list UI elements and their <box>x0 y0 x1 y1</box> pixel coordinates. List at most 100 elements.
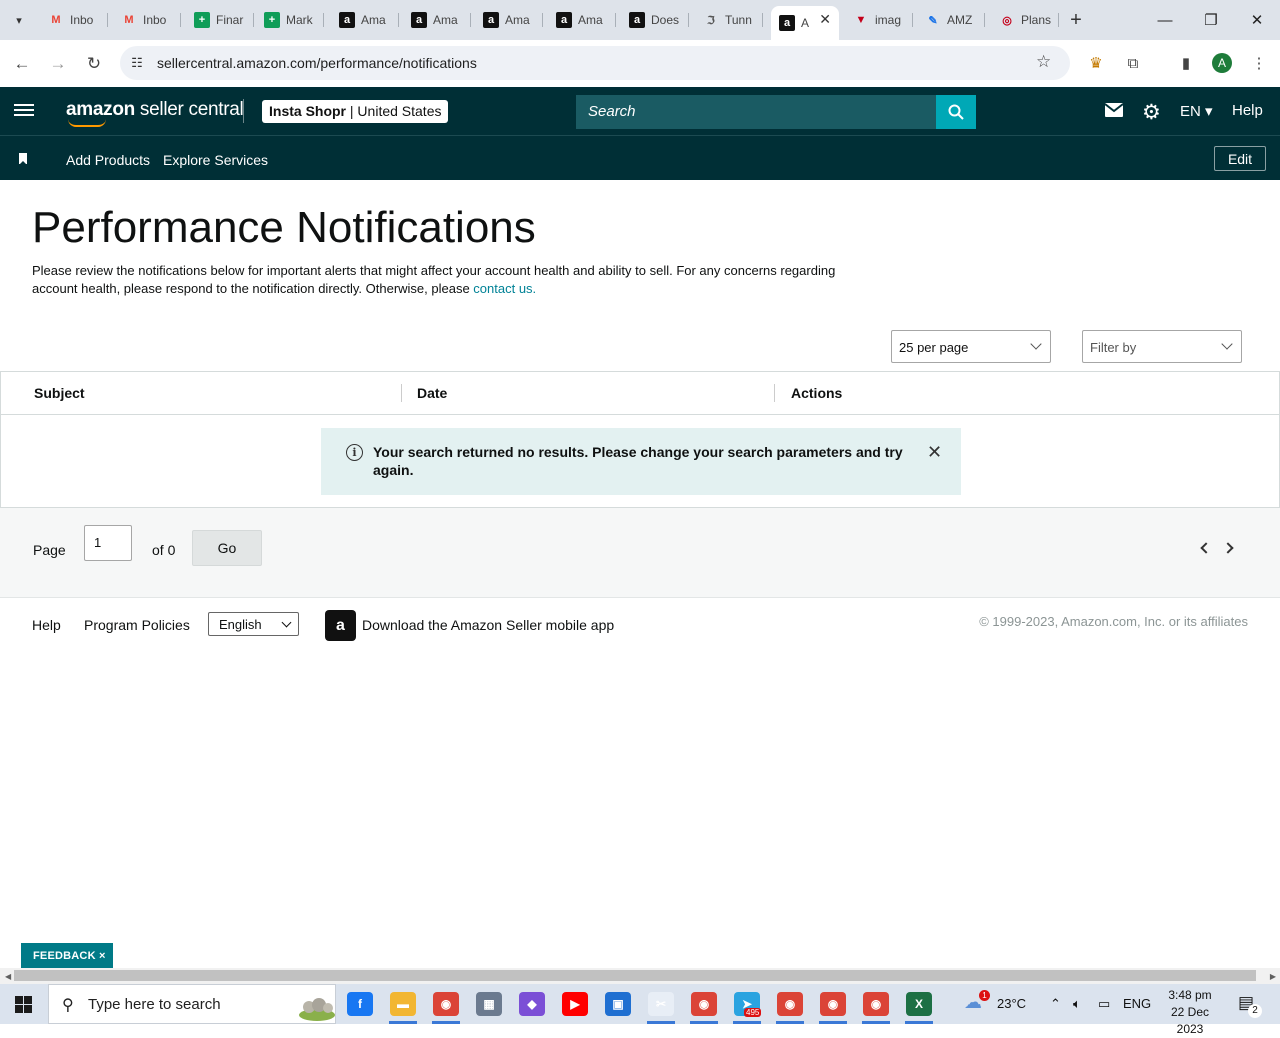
site-info-icon[interactable]: ☷ <box>128 54 146 72</box>
chevron-down-icon <box>281 617 292 628</box>
chrome-profile-c-icon[interactable]: ◉ <box>863 992 889 1016</box>
language-selector[interactable]: EN ▾ <box>1180 102 1213 120</box>
browser-tab[interactable]: + Finar <box>186 6 254 34</box>
weather-temperature[interactable]: 23°C <box>997 996 1026 1011</box>
amazon-icon: a <box>629 12 645 28</box>
browser-tab[interactable]: a Ama <box>548 6 616 34</box>
page-label: Page <box>33 542 66 558</box>
feedback-button[interactable]: FEEDBACK × <box>21 943 113 968</box>
profile-avatar[interactable]: A <box>1212 53 1232 73</box>
browser-tab[interactable]: + Mark <box>256 6 324 34</box>
tab-separator <box>1058 13 1059 27</box>
gear-icon[interactable]: ⚙ <box>1142 100 1161 125</box>
image-site-icon: ▼ <box>855 14 867 26</box>
horizontal-scrollbar[interactable]: ◀ ▶ <box>0 968 1280 984</box>
facebook-icon[interactable]: f <box>347 992 373 1016</box>
url-text[interactable]: sellercentral.amazon.com/performance/not… <box>157 55 477 71</box>
youtube-icon[interactable]: ▶ <box>562 992 588 1016</box>
sheets-icon: + <box>194 12 210 28</box>
forward-icon[interactable]: → <box>46 52 70 76</box>
scroll-left-icon[interactable]: ◀ <box>5 972 11 981</box>
contact-us-link[interactable]: contact us. <box>473 281 536 296</box>
browser-tab[interactable]: a Ama <box>331 6 399 34</box>
plans-site-icon: ◎ <box>1002 14 1012 27</box>
chrome-profile-a2-icon[interactable]: ◉ <box>820 992 846 1016</box>
chrome-icon[interactable]: ◉ <box>433 992 459 1016</box>
network-icon[interactable]: ▭ <box>1098 996 1110 1012</box>
chrome-profile-a-icon[interactable]: ◉ <box>777 992 803 1016</box>
windows-start-icon[interactable] <box>15 996 32 1013</box>
tab-label: Ama <box>505 13 530 27</box>
footer-language-select[interactable]: English <box>208 612 299 636</box>
previous-page-icon[interactable] <box>1200 542 1212 554</box>
close-tab-icon[interactable]: ✕ <box>819 11 831 28</box>
column-header-date[interactable]: Date <box>417 385 447 401</box>
browser-tab[interactable]: ▼ imag <box>845 6 913 34</box>
speaker-icon[interactable]: 🔈︎ <box>1073 996 1081 1012</box>
reload-icon[interactable]: ↻ <box>82 52 106 76</box>
tab-label: Ama <box>361 13 386 27</box>
taskbar-clock[interactable]: 3:48 pm 22 Dec 2023 <box>1158 987 1222 1038</box>
page-number-input[interactable]: 1 <box>84 525 132 561</box>
tab-search-button[interactable]: ▾ <box>6 8 32 32</box>
explore-services-link[interactable]: Explore Services <box>163 152 268 168</box>
calculator-icon[interactable]: ▦ <box>476 992 502 1016</box>
close-icon[interactable]: ✕ <box>927 442 942 463</box>
browser-tab-strip: ▾ M Inbo M Inbo + Finar + Mark a Ama a Ama a Ama a Ama a… <box>0 0 1280 40</box>
seller-central-logo[interactable]: amazon seller central <box>66 99 244 121</box>
per-page-select[interactable]: 25 per page <box>891 330 1051 363</box>
footer-help-link[interactable]: Help <box>32 617 61 633</box>
browser-tab[interactable]: ✎ AMZ <box>917 6 985 34</box>
browser-menu-icon[interactable]: ⋮ <box>1248 52 1270 74</box>
menu-icon[interactable] <box>14 101 34 121</box>
program-policies-link[interactable]: Program Policies <box>84 617 190 633</box>
tab-separator <box>107 13 108 27</box>
scroll-right-icon[interactable]: ▶ <box>1270 972 1276 981</box>
go-button[interactable]: Go <box>192 530 262 566</box>
excel-icon[interactable]: X <box>906 992 932 1016</box>
column-header-actions: Actions <box>791 385 843 401</box>
notification-count: 2 <box>1248 1004 1262 1018</box>
close-window-icon[interactable]: ✕ <box>1242 8 1272 32</box>
store-switcher[interactable]: Insta Shopr | United States <box>262 100 449 123</box>
help-link[interactable]: Help <box>1232 102 1263 119</box>
browser-tab[interactable]: ℑ Tunn <box>695 6 763 34</box>
copilot-icon[interactable]: ◆ <box>519 992 545 1016</box>
extensions-puzzle-icon[interactable]: ⧉ <box>1122 52 1144 74</box>
download-app-link[interactable]: Download the Amazon Seller mobile app <box>362 617 614 633</box>
windows-taskbar: ⚲ Type here to search f ▬ ◉ ▦ ◆ ▶ ▣ ✂ ◉ ➤ ◉ ◉ ◉ X 495 … <box>0 984 1280 1036</box>
next-page-icon[interactable] <box>1222 542 1234 554</box>
mail-icon[interactable] <box>1104 102 1124 123</box>
chevron-up-icon[interactable]: ⌃ <box>1050 996 1061 1012</box>
browser-tab[interactable]: a Ama <box>475 6 543 34</box>
browser-tab[interactable]: a Does <box>621 6 689 34</box>
new-tab-button[interactable]: + <box>1064 8 1088 32</box>
bookmark-star-icon[interactable]: ☆ <box>1036 52 1051 72</box>
column-header-subject[interactable]: Subject <box>34 385 85 401</box>
snipping-tool-icon[interactable]: ✂ <box>648 992 674 1016</box>
store-icon[interactable]: ▣ <box>605 992 631 1016</box>
restore-icon[interactable]: ❐ <box>1196 8 1226 32</box>
edit-button[interactable]: Edit <box>1214 146 1266 171</box>
browser-tab[interactable]: M Inbo <box>113 6 181 34</box>
back-icon[interactable]: ← <box>10 52 34 76</box>
amazon-app-icon[interactable]: a <box>325 610 356 641</box>
search-button[interactable] <box>936 95 976 129</box>
bookmark-icon[interactable] <box>19 153 27 165</box>
tab-label: Mark <box>286 13 313 27</box>
minimize-icon[interactable]: — <box>1150 8 1180 32</box>
extension-icon[interactable]: ♛ <box>1085 52 1107 74</box>
browser-tab[interactable]: a A ✕ <box>771 6 839 40</box>
side-panel-icon[interactable]: ▮ <box>1175 52 1197 74</box>
file-explorer-icon[interactable]: ▬ <box>390 992 416 1016</box>
filter-select[interactable]: Filter by <box>1082 330 1242 363</box>
add-products-link[interactable]: Add Products <box>66 152 150 168</box>
browser-tab[interactable]: M Inbo <box>40 6 108 34</box>
browser-tab[interactable]: a Ama <box>403 6 471 34</box>
chrome-profile-icon[interactable]: ◉ <box>691 992 717 1016</box>
scrollbar-thumb[interactable] <box>14 970 1256 981</box>
amazon-smile-icon <box>68 119 106 127</box>
intro-text: Please review the notifications below fo… <box>32 263 836 296</box>
input-language[interactable]: ENG <box>1123 996 1151 1011</box>
browser-tab[interactable]: ◎ Plans <box>991 6 1059 34</box>
